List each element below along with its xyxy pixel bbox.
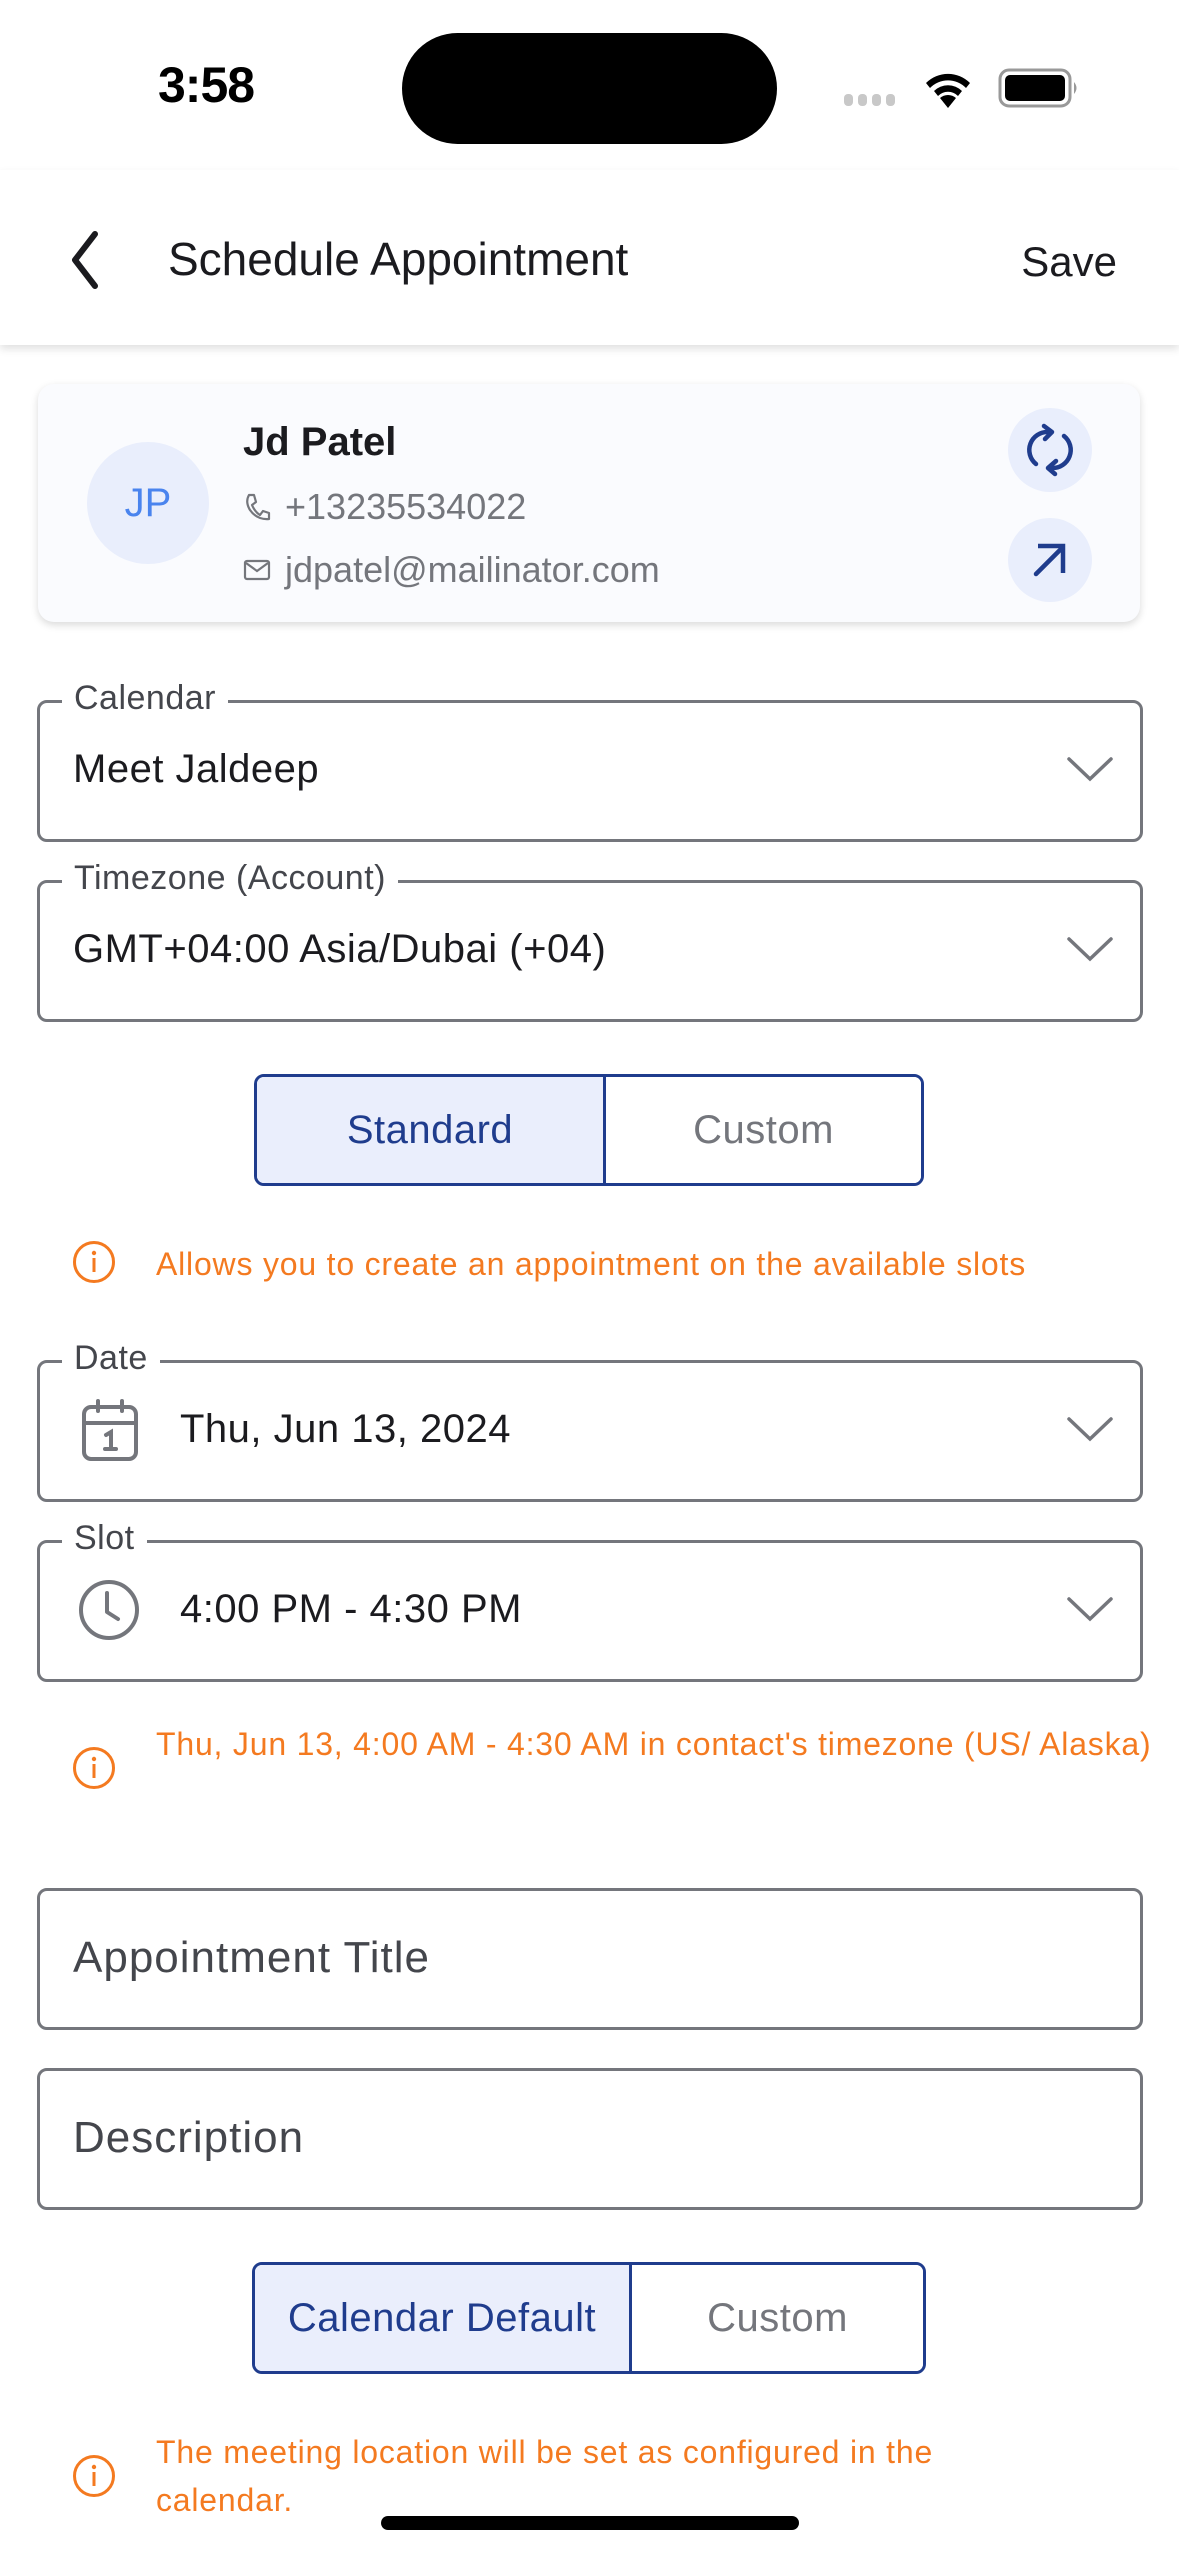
- page-title: Schedule Appointment: [168, 233, 629, 285]
- nav-bar: Schedule Appointment Save: [0, 170, 1179, 345]
- sync-icon: [1027, 423, 1073, 477]
- contact-email: jdpatel@mailinator.com: [243, 549, 660, 591]
- info-icon: [73, 2455, 115, 2497]
- chevron-down-icon[interactable]: [1066, 1411, 1114, 1447]
- arrow-up-right-icon: [1033, 543, 1066, 577]
- signal-bars-icon: [844, 94, 895, 106]
- chevron-down-icon[interactable]: [1066, 1591, 1114, 1627]
- contact-card: JP Jd Patel +13235534022 jdpatel@mailina…: [38, 384, 1140, 622]
- appointment-title-placeholder: Appointment Title: [73, 1933, 430, 1982]
- open-contact-button[interactable]: [1008, 518, 1092, 602]
- date-picker[interactable]: Date Thu, Jun 13, 2024: [37, 1335, 1143, 1502]
- slot-mode-standard[interactable]: Standard: [257, 1077, 603, 1183]
- calendar-value: Meet Jaldeep: [73, 747, 320, 791]
- dynamic-island: [402, 33, 777, 144]
- contact-timezone-info-text: Thu, Jun 13, 4:00 AM - 4:30 AM in contac…: [156, 1726, 1152, 1762]
- location-mode-custom[interactable]: Custom: [629, 2265, 923, 2371]
- info-icon: [73, 1747, 115, 1789]
- timezone-select[interactable]: Timezone (Account) GMT+04:00 Asia/Dubai …: [37, 855, 1143, 1022]
- sync-contact-button[interactable]: [1008, 408, 1092, 492]
- description-input[interactable]: Description: [37, 2068, 1143, 2210]
- clock-icon: [79, 1580, 139, 1640]
- status-bar: 3:58: [0, 0, 1179, 170]
- battery-icon: [998, 68, 1077, 108]
- location-mode-toggle: Calendar Default Custom: [252, 2262, 926, 2374]
- date-label: Date: [62, 1335, 160, 1381]
- save-button[interactable]: Save: [1021, 238, 1117, 286]
- contact-email-text: jdpatel@mailinator.com: [285, 549, 660, 590]
- avatar: JP: [87, 442, 209, 564]
- chevron-left-icon: [72, 231, 98, 289]
- slot-select[interactable]: Slot 4:00 PM - 4:30 PM: [37, 1515, 1143, 1682]
- calendar-icon: [82, 1399, 138, 1461]
- calendar-label: Calendar: [62, 675, 228, 721]
- slot-mode-info: Allows you to create an appointment on t…: [72, 1240, 1156, 1288]
- info-icon: [73, 1241, 115, 1283]
- slot-mode-toggle: Standard Custom: [254, 1074, 924, 1186]
- date-value: Thu, Jun 13, 2024: [180, 1407, 511, 1451]
- contact-timezone-info: Thu, Jun 13, 4:00 AM - 4:30 AM in contac…: [72, 1720, 1156, 1790]
- contact-phone-text: +13235534022: [285, 486, 527, 527]
- calendar-select[interactable]: Calendar Meet Jaldeep: [37, 675, 1143, 842]
- contact-phone: +13235534022: [243, 486, 526, 528]
- timezone-value: GMT+04:00 Asia/Dubai (+04): [73, 927, 607, 971]
- chevron-down-icon[interactable]: [1066, 751, 1114, 787]
- phone-icon: [246, 493, 271, 521]
- status-time: 3:58: [158, 57, 255, 113]
- appointment-title-input[interactable]: Appointment Title: [37, 1888, 1143, 2030]
- location-info-text: The meeting location will be set as conf…: [156, 2434, 934, 2518]
- slot-mode-custom[interactable]: Custom: [603, 1077, 921, 1183]
- description-placeholder: Description: [73, 2113, 305, 2162]
- home-indicator[interactable]: [381, 2516, 799, 2530]
- slot-mode-info-text: Allows you to create an appointment on t…: [156, 1246, 1027, 1282]
- slot-label: Slot: [62, 1515, 147, 1561]
- timezone-label: Timezone (Account): [62, 855, 398, 901]
- location-mode-calendar-default[interactable]: Calendar Default: [255, 2265, 629, 2371]
- location-info: The meeting location will be set as conf…: [72, 2428, 1056, 2524]
- wifi-icon: [926, 73, 970, 108]
- slot-value: 4:00 PM - 4:30 PM: [180, 1587, 522, 1631]
- contact-name: Jd Patel: [243, 420, 397, 464]
- mail-icon: [243, 559, 271, 581]
- back-button[interactable]: [55, 220, 115, 300]
- chevron-down-icon[interactable]: [1066, 931, 1114, 967]
